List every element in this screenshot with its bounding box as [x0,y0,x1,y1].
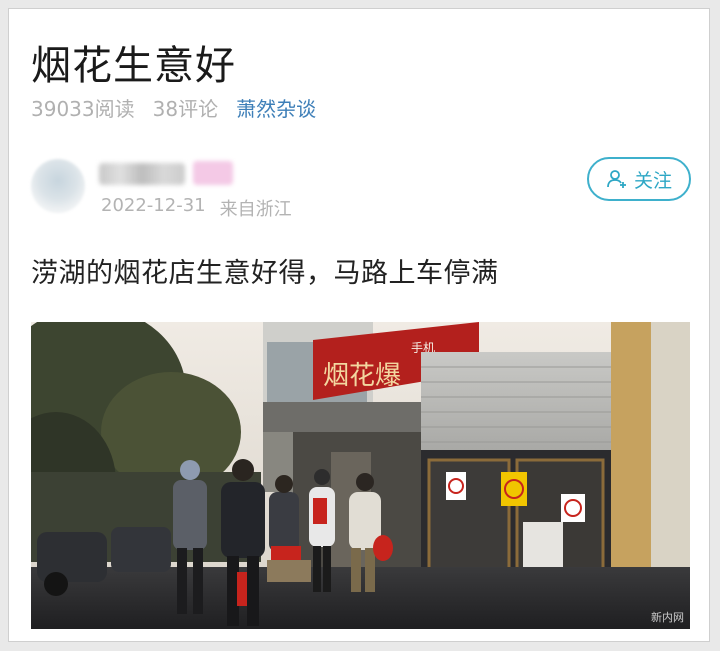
follow-button[interactable]: 关注 [587,157,691,201]
post-location: 来自浙江 [219,199,292,220]
post-meta: 39033阅读 38评论 萧然杂谈 [31,93,316,122]
read-count: 39033阅读 [31,97,135,121]
follow-label: 关注 [633,169,672,192]
post-photo[interactable]: 烟花爆 手机 新内网 [31,322,690,629]
avatar[interactable] [31,159,85,213]
photo-watermark: 新内网 [651,611,684,624]
add-user-icon [606,168,628,190]
post-card: 烟花生意好 39033阅读 38评论 萧然杂谈 2022-12-31 来自浙江 … [8,8,710,642]
post-title: 烟花生意好 [31,43,236,89]
source-link[interactable]: 萧然杂谈 [236,93,316,122]
author-info: 2022-12-31 来自浙江 [101,195,292,221]
author-badge-redacted [193,161,233,185]
author-name-redacted[interactable] [99,163,185,185]
post-date: 2022-12-31 [101,195,206,216]
comment-count[interactable]: 38评论 [153,93,218,122]
author-row: 2022-12-31 来自浙江 关注 [31,157,691,227]
post-body: 涝湖的烟花店生意好得，马路上车停满 [31,258,499,289]
store-sign-text: 烟花爆 [323,361,401,391]
